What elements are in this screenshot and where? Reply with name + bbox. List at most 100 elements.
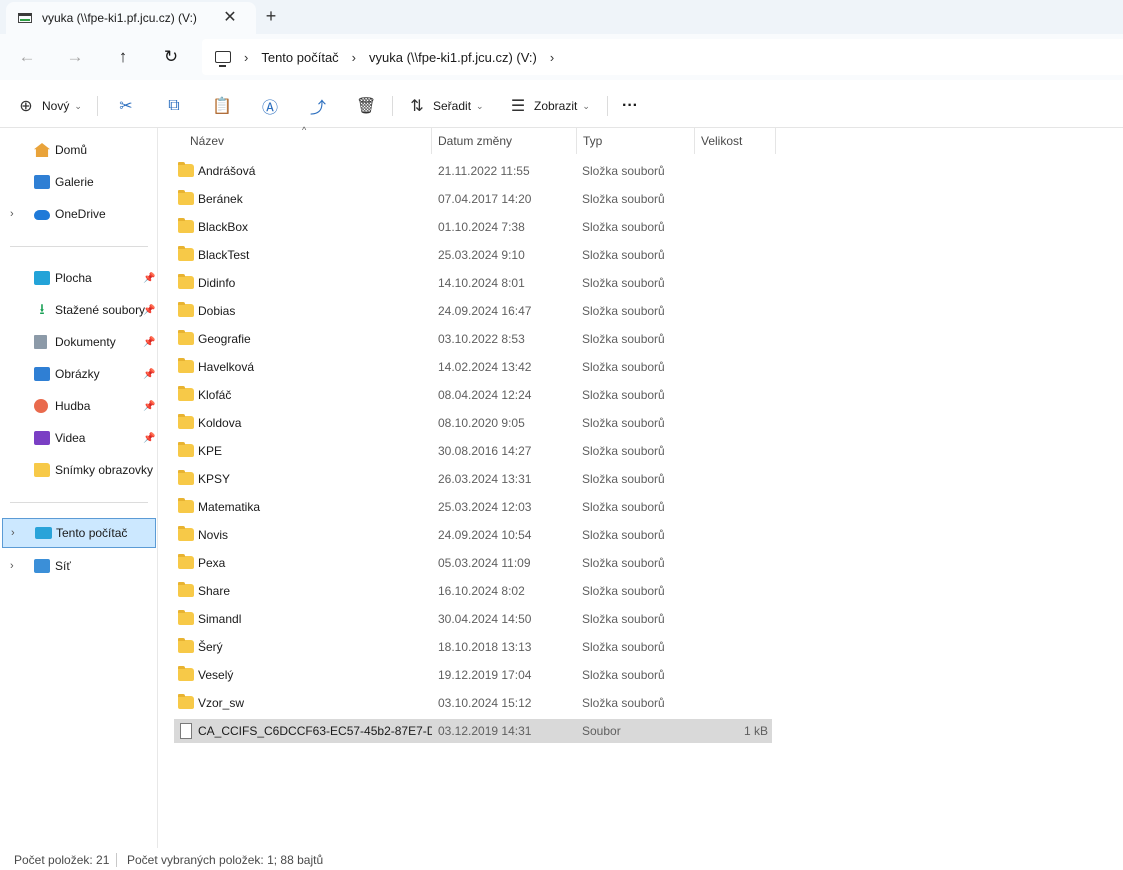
- file-date: 01.10.2024 7:38: [438, 220, 525, 234]
- file-icon: [180, 723, 192, 739]
- chevron-right-icon[interactable]: ›: [11, 527, 15, 539]
- divider: [10, 246, 148, 247]
- table-row[interactable]: Havelková 14.02.2024 13:42 Složka soubor…: [174, 355, 772, 379]
- table-row[interactable]: Vzor_sw 03.10.2024 15:12 Složka souborů: [174, 691, 772, 715]
- sort-button[interactable]: ⇅ Seřadit ⌄: [407, 94, 484, 118]
- new-button[interactable]: ⊕ Nový ⌄: [16, 94, 82, 118]
- table-row[interactable]: Veselý 19.12.2019 17:04 Složka souborů: [174, 663, 772, 687]
- more-icon: ···: [622, 97, 638, 114]
- new-tab-icon[interactable]: +: [260, 6, 282, 28]
- file-date: 30.08.2016 14:27: [438, 444, 532, 458]
- file-date: 08.04.2024 12:24: [438, 388, 532, 402]
- chevron-right-icon[interactable]: ›: [10, 560, 14, 572]
- chevron-down-icon: ⌄: [74, 100, 82, 111]
- file-date: 30.04.2024 14:50: [438, 612, 532, 626]
- sidebar-item-videos[interactable]: Videa 📌: [2, 423, 156, 453]
- chevron-right-icon[interactable]: ›: [10, 208, 14, 220]
- view-label: Zobrazit: [534, 99, 578, 113]
- sidebar-item-desktop[interactable]: Plocha 📌: [2, 263, 156, 293]
- column-date[interactable]: Datum změny: [431, 128, 576, 154]
- sidebar-item-pictures[interactable]: Obrázky 📌: [2, 359, 156, 389]
- table-row[interactable]: Simandl 30.04.2024 14:50 Složka souborů: [174, 607, 772, 631]
- rename-button[interactable]: Ⓐ: [260, 94, 280, 118]
- cloud-icon: [34, 210, 50, 220]
- back-icon[interactable]: ←: [14, 45, 40, 69]
- table-row[interactable]: Dobias 24.09.2024 16:47 Složka souborů: [174, 299, 772, 323]
- navigation-pane: Domů Galerie › OneDrive Plocha 📌 ⭳ Staže…: [0, 128, 158, 848]
- view-button[interactable]: ☰ Zobrazit ⌄: [508, 94, 590, 118]
- file-size: [696, 579, 768, 603]
- more-button[interactable]: ···: [622, 94, 638, 118]
- file-size: [696, 551, 768, 575]
- table-row[interactable]: Geografie 03.10.2022 8:53 Složka souborů: [174, 327, 772, 351]
- address-bar[interactable]: › Tento počítač › vyuka (\\fpe-ki1.pf.jc…: [202, 39, 1123, 75]
- sidebar-item-network[interactable]: › Síť: [2, 551, 156, 581]
- file-name: Šerý: [198, 640, 223, 654]
- table-row[interactable]: KPSY 26.03.2024 13:31 Složka souborů: [174, 467, 772, 491]
- share-button[interactable]: ⤴: [308, 94, 328, 118]
- divider: [10, 502, 148, 503]
- view-icon: ☰: [510, 98, 526, 115]
- column-type[interactable]: Typ: [576, 128, 694, 154]
- breadcrumb-drive[interactable]: vyuka (\\fpe-ki1.pf.jcu.cz) (V:): [369, 50, 537, 65]
- chevron-down-icon: ⌄: [476, 100, 484, 111]
- file-name: Geografie: [198, 332, 251, 346]
- paste-button[interactable]: 📋: [212, 94, 232, 118]
- table-row[interactable]: KPE 30.08.2016 14:27 Složka souborů: [174, 439, 772, 463]
- sidebar-item-onedrive[interactable]: › OneDrive: [2, 199, 156, 229]
- sidebar-item-downloads[interactable]: ⭳ Stažené soubory 📌: [2, 295, 156, 325]
- chevron-right-icon[interactable]: ›: [352, 50, 356, 65]
- documents-icon: [34, 335, 47, 349]
- chevron-right-icon[interactable]: ›: [550, 50, 554, 65]
- table-row[interactable]: BlackBox 01.10.2024 7:38 Složka souborů: [174, 215, 772, 239]
- forward-icon[interactable]: →: [62, 45, 88, 69]
- close-icon[interactable]: ✕: [220, 8, 240, 28]
- refresh-icon[interactable]: ↻: [158, 45, 184, 69]
- address-row: ← → ↑ ↻ › Tento počítač › vyuka (\\fpe-k…: [0, 34, 1123, 80]
- file-type: Složka souborů: [582, 304, 665, 318]
- sidebar-item-home[interactable]: Domů: [2, 135, 156, 165]
- chevron-right-icon[interactable]: ›: [244, 50, 248, 65]
- sidebar-item-music[interactable]: Hudba 📌: [2, 391, 156, 421]
- file-date: 24.09.2024 16:47: [438, 304, 532, 318]
- folder-icon: [178, 498, 194, 513]
- file-size: [696, 495, 768, 519]
- column-name[interactable]: Název: [183, 128, 431, 154]
- up-icon[interactable]: ↑: [110, 45, 136, 69]
- table-row[interactable]: Andrášová 21.11.2022 11:55 Složka soubor…: [174, 159, 772, 183]
- selection-info: Počet vybraných položek: 1; 88 bajtů: [127, 853, 324, 867]
- file-type: Složka souborů: [582, 668, 665, 682]
- sidebar-item-label: Domů: [55, 143, 88, 157]
- table-row[interactable]: BlackTest 25.03.2024 9:10 Složka souborů: [174, 243, 772, 267]
- table-row[interactable]: Šerý 18.10.2018 13:13 Složka souborů: [174, 635, 772, 659]
- table-row[interactable]: Koldova 08.10.2020 9:05 Složka souborů: [174, 411, 772, 435]
- copy-icon: ⧉: [168, 97, 180, 114]
- breadcrumb-this-pc[interactable]: Tento počítač: [261, 50, 338, 65]
- sidebar-item-this-pc[interactable]: › Tento počítač: [2, 518, 156, 548]
- delete-button[interactable]: 🗑: [356, 94, 376, 118]
- tab-current[interactable]: vyuka (\\fpe-ki1.pf.jcu.cz) (V:) ✕: [6, 2, 256, 34]
- trash-icon: 🗑: [356, 98, 377, 115]
- table-row[interactable]: Beránek 07.04.2017 14:20 Složka souborů: [174, 187, 772, 211]
- column-size[interactable]: Velikost: [694, 128, 775, 154]
- copy-button[interactable]: ⧉: [164, 94, 184, 118]
- table-row[interactable]: Klofáč 08.04.2024 12:24 Složka souborů: [174, 383, 772, 407]
- divider: [116, 853, 117, 867]
- file-name: Novis: [198, 528, 229, 542]
- sidebar-item-gallery[interactable]: Galerie: [2, 167, 156, 197]
- file-type: Složka souborů: [582, 444, 665, 458]
- table-row[interactable]: Pexa 05.03.2024 11:09 Složka souborů: [174, 551, 772, 575]
- sidebar-item-documents[interactable]: Dokumenty 📌: [2, 327, 156, 357]
- table-row[interactable]: Matematika 25.03.2024 12:03 Složka soubo…: [174, 495, 772, 519]
- sidebar-item-screenshots[interactable]: Snímky obrazovky: [2, 455, 156, 485]
- table-row[interactable]: Share 16.10.2024 8:02 Složka souborů: [174, 579, 772, 603]
- file-name: Veselý: [198, 668, 234, 682]
- column-resize-handle[interactable]: [775, 128, 776, 154]
- table-row[interactable]: Novis 24.09.2024 10:54 Složka souborů: [174, 523, 772, 547]
- table-row[interactable]: Didinfo 14.10.2024 8:01 Složka souborů: [174, 271, 772, 295]
- file-type: Složka souborů: [582, 528, 665, 542]
- table-row-selected[interactable]: CA_CCIFS_C6DCCF63-EC57-45b2-87E7-D... 03…: [174, 719, 772, 743]
- command-bar: ⊕ Nový ⌄ ✂ ⧉ 📋 Ⓐ ⤴ 🗑 ⇅ Seřadit ⌄ ☰ Zobra…: [0, 84, 1123, 128]
- cut-button[interactable]: ✂: [116, 94, 136, 118]
- sidebar-item-label: Tento počítač: [56, 526, 128, 540]
